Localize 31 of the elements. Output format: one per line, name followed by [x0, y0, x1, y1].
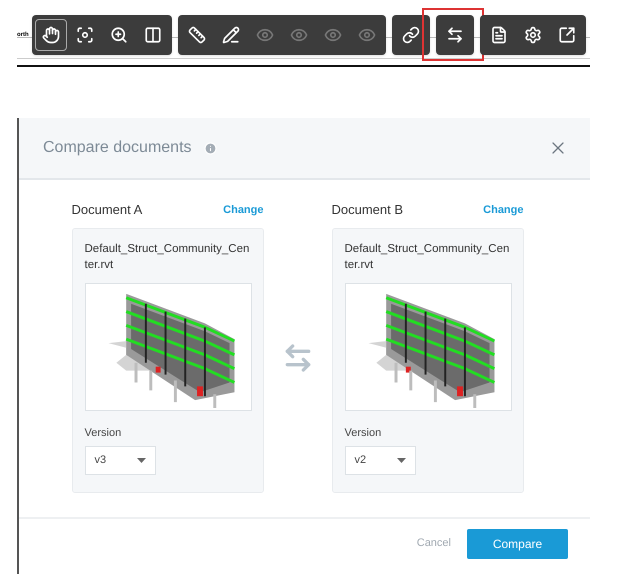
ruler-icon: [188, 26, 206, 44]
settings-icon: [524, 26, 542, 44]
compare-button[interactable]: Compare: [467, 528, 568, 558]
eye-icon: [256, 26, 274, 44]
dialog-title: Compare documents: [43, 138, 192, 158]
document-label: Document B: [332, 201, 404, 219]
split-view-icon: [144, 26, 162, 44]
change-link[interactable]: Change: [223, 202, 264, 218]
document-label: Document A: [72, 201, 142, 219]
document-icon: [490, 26, 508, 44]
expand-icon: [558, 26, 576, 44]
caret-icon: [136, 458, 146, 463]
cancel-button[interactable]: Cancel: [416, 535, 451, 552]
pencil-icon: [222, 26, 240, 44]
toolbar-button[interactable]: [35, 19, 67, 51]
change-link[interactable]: Change: [483, 202, 524, 218]
link-icon: [402, 26, 420, 44]
file-name: Default_Struct_Community_Center.rvt: [84, 242, 250, 272]
hand-icon: [42, 26, 60, 44]
caret-icon: [396, 458, 406, 463]
eye-icon: [358, 26, 376, 44]
focus-icon: [76, 26, 94, 44]
eye-icon: [324, 26, 342, 44]
eye-icon: [290, 26, 308, 44]
version-label: Version: [344, 426, 382, 440]
swap-arrows-icon: [446, 26, 464, 44]
zoom-icon: [110, 26, 128, 44]
version-select[interactable]: v3: [84, 446, 156, 475]
version-select[interactable]: v2: [344, 446, 416, 475]
version-label: Version: [84, 426, 122, 440]
file-name: Default_Struct_Community_Center.rvt: [344, 242, 510, 272]
